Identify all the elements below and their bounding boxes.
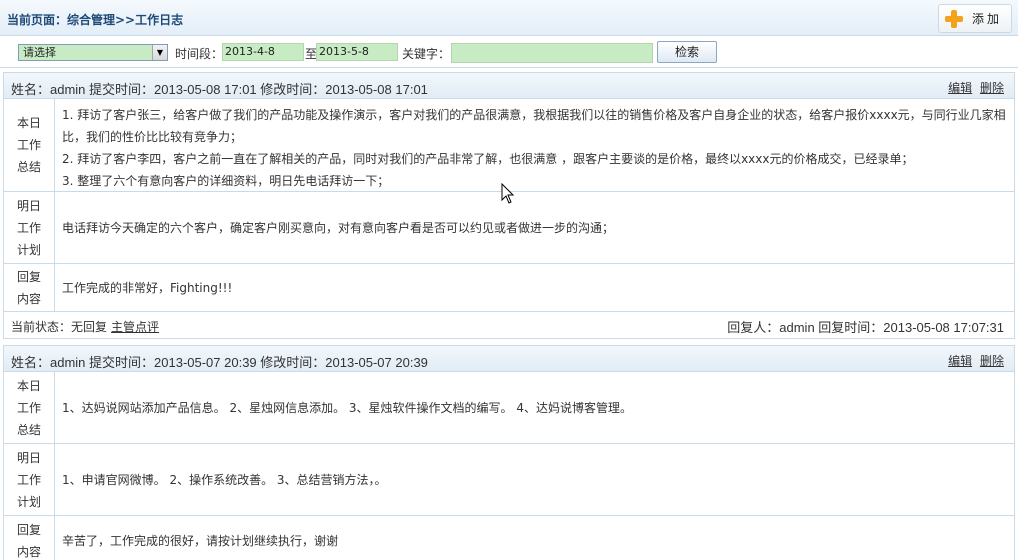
category-select[interactable]: 请选择 ▼ <box>18 44 168 61</box>
keyword-label: 关键字： <box>402 47 451 61</box>
summary-line: 3. 整理了六个有意向客户的详细资料，明日先电话拜访一下； <box>62 174 390 188</box>
search-button[interactable]: 检索 <box>657 41 717 63</box>
entry-actions: 编辑 删除 <box>944 79 1004 96</box>
today-summary-label: 本日 工作 总结 <box>4 99 55 191</box>
add-button-label: 添加 <box>972 12 1003 26</box>
add-button[interactable]: 添加 <box>938 4 1012 33</box>
delete-link[interactable]: 删除 <box>980 354 1004 368</box>
tomorrow-plan-content: 1、申请官网微博。 2、操作系统改善。 3、总结营销方法，。 <box>62 472 387 487</box>
entry-meta: 姓名：admin 提交时间：2013-05-08 17:01 修改时间：2013… <box>11 82 428 97</box>
search-toolbar: 请选择 ▼ 时间段： 2013-4-8 至 2013-5-8 关键字： 检索 <box>0 36 1018 68</box>
entry-header: 姓名：admin 提交时间：2013-05-08 17:01 修改时间：2013… <box>4 73 1014 99</box>
page-title: 当前页面：综合管理>>工作日志 <box>7 13 184 27</box>
today-summary-label: 本日 工作 总结 <box>4 372 55 443</box>
summary-line: 1. 拜访了客户张三，给客户做了我们的产品功能及操作演示，客户对我们的产品很满意… <box>62 108 1006 144</box>
entry-footer: 当前状态：无回复 主管点评 回复人：admin 回复时间：2013-05-08 1… <box>4 312 1014 338</box>
entry-header: 姓名：admin 提交时间：2013-05-07 20:39 修改时间：2013… <box>4 346 1014 372</box>
page-header: 当前页面：综合管理>>工作日志 添加 <box>0 0 1018 36</box>
plus-icon <box>945 9 963 28</box>
today-summary-content: 1. 拜访了客户张三，给客户做了我们的产品功能及操作演示，客户对我们的产品很满意… <box>56 99 1014 197</box>
date-to-input[interactable]: 2013-5-8 <box>316 43 398 61</box>
reply-content: 工作完成的非常好，Fighting!!! <box>62 280 233 295</box>
reply-row: 回复 内容 工作完成的非常好，Fighting!!! <box>4 264 1014 312</box>
reply-label: 回复 内容 <box>4 264 55 311</box>
tomorrow-plan-content: 电话拜访今天确定的六个客户，确定客户刚买意向，对有意向客户看是否可以约见或者做进… <box>62 220 615 235</box>
reply-info: 回复人：admin 回复时间：2013-05-08 17:07:31 <box>727 320 1004 335</box>
today-summary-row: 本日 工作 总结 1、达妈说网站添加产品信息。 2、星烛网信息添加。 3、星烛软… <box>4 372 1014 444</box>
today-summary-row: 本日 工作 总结 1. 拜访了客户张三，给客户做了我们的产品功能及操作演示，客户… <box>4 99 1014 192</box>
reply-label: 回复 内容 <box>4 516 55 560</box>
date-from-input[interactable]: 2013-4-8 <box>222 43 304 61</box>
mouse-pointer-icon <box>501 183 515 204</box>
entry-meta: 姓名：admin 提交时间：2013-05-07 20:39 修改时间：2013… <box>11 355 428 370</box>
category-select-value: 请选择 <box>23 46 56 59</box>
log-entry: 姓名：admin 提交时间：2013-05-08 17:01 修改时间：2013… <box>3 72 1015 339</box>
reply-content: 辛苦了，工作完成的很好，请按计划继续执行，谢谢 <box>62 534 339 548</box>
keyword-input[interactable] <box>451 43 653 63</box>
edit-link[interactable]: 编辑 <box>948 81 972 95</box>
tomorrow-plan-row: 明日 工作 计划 1、申请官网微博。 2、操作系统改善。 3、总结营销方法，。 <box>4 444 1014 516</box>
today-summary-content: 1、达妈说网站添加产品信息。 2、星烛网信息添加。 3、星烛软件操作文档的编写。… <box>62 400 632 415</box>
review-link[interactable]: 主管点评 <box>111 320 159 334</box>
chevron-down-icon[interactable]: ▼ <box>152 45 167 60</box>
edit-link[interactable]: 编辑 <box>948 354 972 368</box>
summary-line: 2. 拜访了客户李四，客户之前一直在了解相关的产品，同时对我们的产品非常了解，也… <box>62 152 914 166</box>
entry-actions: 编辑 删除 <box>944 352 1004 369</box>
tomorrow-plan-label: 明日 工作 计划 <box>4 444 55 515</box>
reply-row: 回复 内容 辛苦了，工作完成的很好，请按计划继续执行，谢谢 <box>4 516 1014 560</box>
tomorrow-plan-label: 明日 工作 计划 <box>4 192 55 263</box>
delete-link[interactable]: 删除 <box>980 81 1004 95</box>
time-range-label: 时间段： <box>175 47 224 61</box>
log-entry: 姓名：admin 提交时间：2013-05-07 20:39 修改时间：2013… <box>3 345 1015 560</box>
entry-status: 当前状态：无回复 主管点评 <box>11 320 160 334</box>
